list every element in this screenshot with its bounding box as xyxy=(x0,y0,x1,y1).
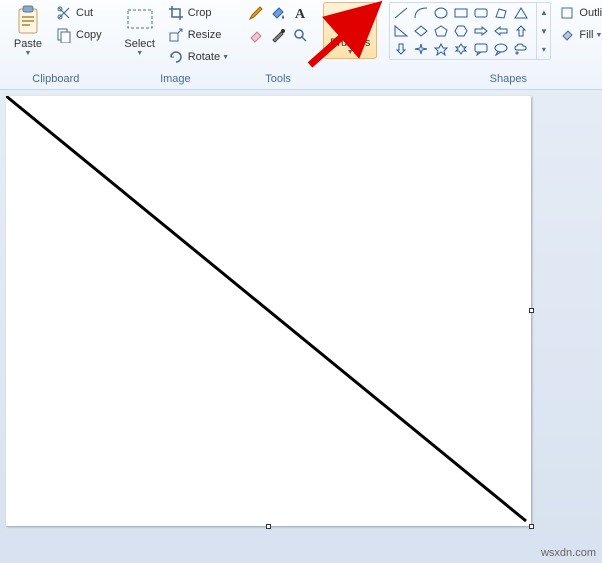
fill-icon xyxy=(559,27,575,43)
group-title-shapes: Shapes xyxy=(389,73,602,87)
brush-icon xyxy=(334,5,366,37)
fill-tool[interactable] xyxy=(267,2,289,24)
crop-icon xyxy=(168,5,184,21)
group-title-brushes xyxy=(323,73,377,87)
text-tool[interactable]: A xyxy=(289,2,311,24)
resize-icon xyxy=(168,27,184,43)
fill-label: Fill xyxy=(579,29,593,41)
dropdown-caret-icon: ▼ xyxy=(136,50,143,57)
shape-pentagon[interactable] xyxy=(431,22,451,40)
shape-right-triangle[interactable] xyxy=(391,22,411,40)
shape-diamond[interactable] xyxy=(411,22,431,40)
group-title-tools: Tools xyxy=(245,73,311,87)
color-picker-tool[interactable] xyxy=(267,24,289,46)
dropdown-caret-icon: ▼ xyxy=(222,54,229,61)
pencil-tool[interactable] xyxy=(245,2,267,24)
group-clipboard: Paste ▼ Cut Copy Clipboard xyxy=(0,0,112,89)
gallery-scroll-down[interactable]: ▼ xyxy=(537,22,550,41)
select-label: Select xyxy=(124,38,155,50)
dropdown-caret-icon: ▼ xyxy=(25,50,32,57)
workspace xyxy=(0,90,602,526)
watermark: wsxdn.com xyxy=(541,547,596,559)
rotate-icon xyxy=(168,49,184,65)
crop-label: Crop xyxy=(188,7,212,19)
shape-triangle[interactable] xyxy=(511,4,531,22)
clipboard-icon xyxy=(12,4,44,36)
gallery-scroll-up[interactable]: ▲ xyxy=(537,3,550,22)
outline-icon xyxy=(559,5,575,21)
shape-star-6[interactable] xyxy=(451,40,471,58)
copy-button[interactable]: Copy xyxy=(52,24,106,46)
gallery-expand[interactable]: ▾ xyxy=(537,40,550,59)
shape-hexagon[interactable] xyxy=(451,22,471,40)
outline-label: Outline xyxy=(579,7,602,19)
shape-rectangle[interactable] xyxy=(451,4,471,22)
shape-arrow-down[interactable] xyxy=(391,40,411,58)
shape-callout-oval[interactable] xyxy=(491,40,511,58)
paste-button[interactable]: Paste ▼ xyxy=(6,2,50,59)
group-image: Select ▼ Crop Resize xyxy=(112,0,239,89)
scissors-icon xyxy=(56,5,72,21)
rotate-label: Rotate xyxy=(188,51,220,63)
eraser-tool[interactable] xyxy=(245,24,267,46)
select-rect-icon xyxy=(124,4,156,36)
shape-oval[interactable] xyxy=(431,4,451,22)
shape-line[interactable] xyxy=(391,4,411,22)
resize-button[interactable]: Resize xyxy=(164,24,233,46)
shape-star-5[interactable] xyxy=(431,40,451,58)
ribbon-toolbar: Paste ▼ Cut Copy Clipboard xyxy=(0,0,602,90)
resize-handle-corner[interactable] xyxy=(529,524,534,529)
select-button[interactable]: Select ▼ xyxy=(118,2,162,59)
group-title-image: Image xyxy=(118,73,233,87)
shape-fill-button[interactable]: Fill ▼ xyxy=(555,24,602,46)
rotate-button[interactable]: Rotate ▼ xyxy=(164,46,233,68)
dropdown-caret-icon: ▼ xyxy=(595,32,602,39)
shape-arrow-up[interactable] xyxy=(511,22,531,40)
resize-handle-bottom[interactable] xyxy=(266,524,271,529)
group-brushes: Brushes ▼ xyxy=(317,0,383,89)
shape-star-4[interactable] xyxy=(411,40,431,58)
svg-text:A: A xyxy=(295,7,306,21)
canvas-drawing xyxy=(6,96,531,526)
cut-button[interactable]: Cut xyxy=(52,2,106,24)
shape-arrow-left[interactable] xyxy=(491,22,511,40)
resize-handle-right[interactable] xyxy=(529,308,534,313)
copy-icon xyxy=(56,27,72,43)
resize-label: Resize xyxy=(188,29,222,41)
brushes-label: Brushes xyxy=(330,37,370,49)
shape-arrow-right[interactable] xyxy=(471,22,491,40)
shape-rounded-rect[interactable] xyxy=(471,4,491,22)
group-shapes: ▲ ▼ ▾ Outline ▼ Fill ▼ Shapes xyxy=(383,0,602,89)
dropdown-caret-icon: ▼ xyxy=(347,49,354,56)
canvas[interactable] xyxy=(6,96,531,526)
group-tools: A Tools xyxy=(239,0,317,89)
crop-button[interactable]: Crop xyxy=(164,2,233,24)
shape-polygon[interactable] xyxy=(491,4,511,22)
copy-label: Copy xyxy=(76,29,102,41)
shape-callout-cloud[interactable] xyxy=(511,40,531,58)
brushes-button[interactable]: Brushes ▼ xyxy=(323,2,377,59)
shape-callout-rounded[interactable] xyxy=(471,40,491,58)
paste-label: Paste xyxy=(14,38,42,50)
shapes-gallery xyxy=(390,3,536,59)
magnifier-tool[interactable] xyxy=(289,24,311,46)
shape-outline-button[interactable]: Outline ▼ xyxy=(555,2,602,24)
shape-curve[interactable] xyxy=(411,4,431,22)
group-title-clipboard: Clipboard xyxy=(6,73,106,87)
cut-label: Cut xyxy=(76,7,93,19)
